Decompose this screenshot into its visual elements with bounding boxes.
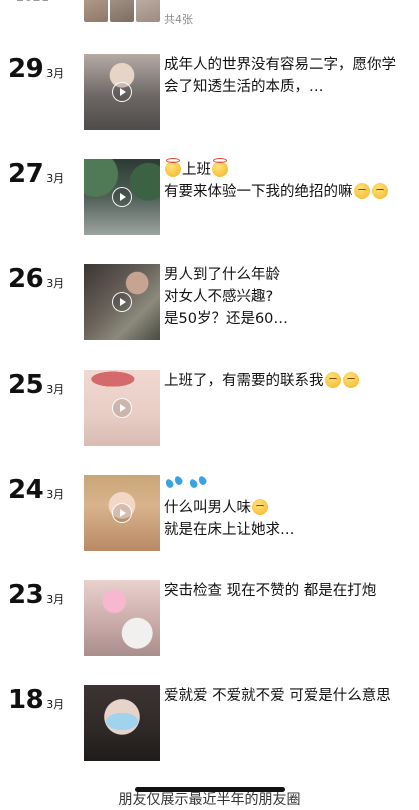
- year-label: 2021: [16, 0, 49, 5]
- post-day: 18: [8, 685, 44, 715]
- moment-post[interactable]: 25 3月 上班了，有需要的联系我: [0, 370, 419, 448]
- relieved-face-icon: [371, 183, 388, 199]
- relieved-face-icon: [252, 499, 268, 515]
- post-caption: 什么叫男人味就是在床上让她求…: [164, 474, 396, 541]
- post-day: 27: [8, 159, 44, 189]
- post-caption: 爱就爱 不爱就不爱 可爱是什么意思: [164, 688, 391, 704]
- photo-thumb[interactable]: [136, 0, 160, 22]
- post-day: 23: [8, 580, 44, 610]
- post-caption: 男人到了什么年龄 对女人不感兴趣? 是50岁？还是60…: [164, 267, 288, 327]
- smiling-face-with-halo-icon: [165, 158, 181, 177]
- photo-grid[interactable]: [84, 0, 160, 22]
- caption-text: 有要来体验一下我的绝招的嘛: [164, 184, 353, 200]
- post-caption: 突击检查 现在不赞的 都是在打炮: [164, 583, 377, 599]
- video-thumbnail[interactable]: [84, 475, 160, 551]
- caption-text: 什么叫男人味: [164, 500, 251, 516]
- post-day: 25: [8, 370, 44, 400]
- post-day: 29: [8, 54, 44, 84]
- post-month: 3月: [46, 383, 65, 396]
- post-date: 29 3月: [8, 54, 64, 84]
- post-month: 3月: [46, 67, 65, 80]
- post-date: 23 3月: [8, 580, 64, 610]
- post-date: 24 3月: [8, 475, 64, 505]
- video-thumbnail[interactable]: [84, 370, 160, 446]
- photo-thumbnail[interactable]: [84, 580, 160, 656]
- play-icon[interactable]: [112, 503, 132, 523]
- play-icon[interactable]: [112, 82, 132, 102]
- post-month: 3月: [46, 277, 65, 290]
- photo-thumbnail[interactable]: [84, 685, 160, 761]
- post-month: 3月: [46, 698, 65, 711]
- caption-text: 上班了，有需要的联系我: [164, 373, 324, 389]
- moment-post[interactable]: 29 3月 成年人的世界没有容易二字，愿你学会了知透生活的本质，…: [0, 54, 419, 132]
- post-day: 26: [8, 264, 44, 294]
- moment-post[interactable]: 26 3月 男人到了什么年龄 对女人不感兴趣? 是50岁？还是60…: [0, 264, 419, 342]
- moment-post[interactable]: 27 3月 上班有要来体验一下我的绝招的嘛: [0, 158, 419, 237]
- relieved-face-icon: [342, 372, 359, 388]
- smiling-face-with-halo-icon: [212, 158, 228, 177]
- sweat-droplets-icon: [164, 474, 184, 493]
- play-icon[interactable]: [112, 292, 132, 312]
- post-caption: 成年人的世界没有容易二字，愿你学会了知透生活的本质，…: [164, 57, 396, 95]
- post-caption: 上班有要来体验一下我的绝招的嘛: [164, 158, 396, 203]
- post-month: 3月: [46, 172, 65, 185]
- moment-post[interactable]: 18 3月 爱就爱 不爱就不爱 可爱是什么意思: [0, 685, 419, 763]
- post-month: 3月: [46, 593, 65, 606]
- caption-prefix: 上班: [182, 162, 211, 178]
- post-date: 25 3月: [8, 370, 64, 400]
- post-caption: 上班了，有需要的联系我: [164, 370, 396, 392]
- relieved-face-icon: [324, 372, 341, 388]
- play-icon[interactable]: [112, 398, 132, 418]
- post-day: 24: [8, 475, 44, 505]
- post-month: 3月: [46, 488, 65, 501]
- post-date: 26 3月: [8, 264, 64, 294]
- video-thumbnail[interactable]: [84, 159, 160, 235]
- moment-post[interactable]: 24 3月 什么叫男人味就是在床上让她求…: [0, 474, 419, 553]
- post-date: 27 3月: [8, 159, 64, 189]
- video-thumbnail[interactable]: [84, 54, 160, 130]
- photo-count: 共4张: [164, 13, 193, 26]
- post-date: 18 3月: [8, 685, 64, 715]
- relieved-face-icon: [353, 183, 370, 199]
- play-icon[interactable]: [112, 187, 132, 207]
- photo-thumb[interactable]: [84, 0, 108, 22]
- sweat-droplets-icon: [188, 474, 208, 493]
- caption-text: 就是在床上让她求…: [164, 522, 295, 538]
- moment-post[interactable]: 23 3月 突击检查 现在不赞的 都是在打炮: [0, 580, 419, 658]
- video-thumbnail[interactable]: [84, 264, 160, 340]
- partial-post: 2021 共4张: [0, 0, 419, 30]
- photo-thumb[interactable]: [110, 0, 134, 22]
- moments-visibility-notice: 朋友仅展示最近半年的朋友圈: [118, 792, 301, 808]
